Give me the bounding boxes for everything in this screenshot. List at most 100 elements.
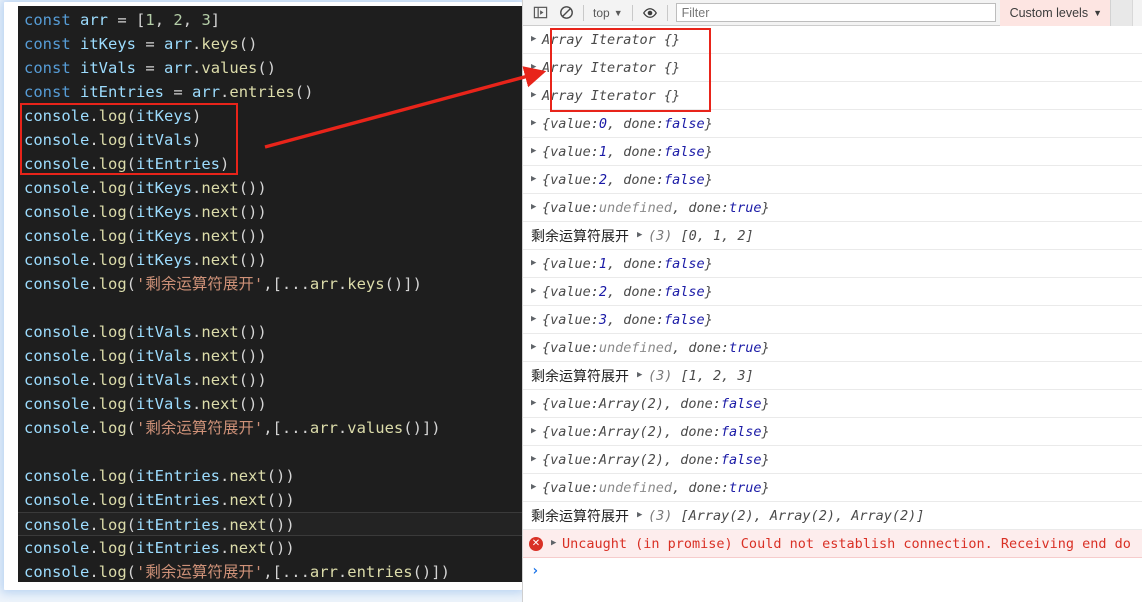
log-levels-dropdown[interactable]: Custom levels ▼ <box>999 0 1110 26</box>
disclosure-triangle-icon[interactable]: ▶ <box>637 511 648 520</box>
code-line[interactable] <box>18 296 522 320</box>
console-log-row[interactable]: ▶ {value: Array(2), done: false} <box>523 446 1142 474</box>
array-preview: [Array(2), Array(2), Array(2)] <box>672 507 925 524</box>
object-close: } <box>704 143 713 160</box>
disclosure-triangle-icon[interactable]: ▶ <box>637 231 648 240</box>
code-line[interactable]: console.log(itKeys.next()) <box>18 248 522 272</box>
disclosure-triangle-icon[interactable]: ▶ <box>531 343 542 352</box>
filter-input[interactable] <box>675 3 996 22</box>
execution-context-label: top <box>593 5 610 20</box>
console-log-list[interactable]: ▶ Array Iterator {} ▶ Array Iterator {} ▶ Arr… <box>523 26 1142 602</box>
disclosure-triangle-icon[interactable]: ▶ <box>531 175 542 184</box>
disclosure-triangle-icon[interactable]: ▶ <box>531 63 542 72</box>
object-close: } <box>761 423 770 440</box>
clear-console-icon[interactable] <box>553 2 579 24</box>
code-line[interactable]: console.log('剩余运算符展开',[...arr.keys()]) <box>18 272 522 296</box>
object-separator: , done: <box>607 311 664 328</box>
code-line[interactable]: console.log('剩余运算符展开',[...arr.values()]) <box>18 416 522 440</box>
code-line[interactable]: const arr = [1, 2, 3] <box>18 8 522 32</box>
disclosure-triangle-icon[interactable]: ▶ <box>551 539 562 548</box>
object-separator: , done: <box>607 171 664 188</box>
console-log-row[interactable]: ▶ {value: 2, done: false} <box>523 278 1142 306</box>
console-log-row[interactable]: ▶ {value: 2, done: false} <box>523 166 1142 194</box>
console-log-row[interactable]: ▶ {value: 0, done: false} <box>523 110 1142 138</box>
disclosure-triangle-icon[interactable]: ▶ <box>531 203 542 212</box>
console-prompt[interactable]: › <box>523 558 1142 584</box>
toolbar-divider-3 <box>666 4 668 21</box>
object-preview: Array Iterator {} <box>542 59 681 76</box>
code-line[interactable]: console.log(itEntries.next()) <box>18 512 522 536</box>
console-log-row[interactable]: ▶ Array Iterator {} <box>523 26 1142 54</box>
iterator-value: Array(2) <box>598 395 664 412</box>
console-log-row[interactable]: ▶ {value: Array(2), done: false} <box>523 418 1142 446</box>
object-close: } <box>761 479 770 496</box>
execution-context-selector[interactable]: top ▼ <box>588 3 628 23</box>
code-line[interactable]: console.log(itKeys.next()) <box>18 176 522 200</box>
console-log-row[interactable]: ▶ {value: 1, done: false} <box>523 138 1142 166</box>
console-log-row[interactable]: 剩余运算符展开 ▶ (3) [0, 1, 2] <box>523 222 1142 250</box>
console-log-row[interactable]: ▶ Array Iterator {} <box>523 54 1142 82</box>
object-separator: , done: <box>663 451 721 468</box>
toolbar-overflow-area[interactable] <box>1110 0 1132 26</box>
disclosure-triangle-icon[interactable]: ▶ <box>531 259 542 268</box>
code-line[interactable]: console.log(itEntries.next()) <box>18 536 522 560</box>
code-line[interactable]: console.log(itVals.next()) <box>18 368 522 392</box>
disclosure-triangle-icon[interactable]: ▶ <box>531 483 542 492</box>
code-line[interactable]: console.log(itKeys) <box>18 104 522 128</box>
code-line[interactable]: const itVals = arr.values() <box>18 56 522 80</box>
console-log-row[interactable]: ▶ {value: Array(2), done: false} <box>523 390 1142 418</box>
code-line[interactable]: const itKeys = arr.keys() <box>18 32 522 56</box>
console-log-row[interactable]: ▶ {value: 1, done: false} <box>523 250 1142 278</box>
console-log-row[interactable]: ▶ {value: undefined, done: true} <box>523 194 1142 222</box>
console-log-row[interactable]: ▶ {value: undefined, done: true} <box>523 474 1142 502</box>
disclosure-triangle-icon[interactable]: ▶ <box>531 315 542 324</box>
console-log-row[interactable]: 剩余运算符展开 ▶ (3) [1, 2, 3] <box>523 362 1142 390</box>
object-preview: {value: <box>542 143 599 160</box>
code-line[interactable]: console.log(itKeys.next()) <box>18 200 522 224</box>
disclosure-triangle-icon[interactable]: ▶ <box>531 147 542 156</box>
code-line[interactable]: console.log(itEntries) <box>18 152 522 176</box>
disclosure-triangle-icon[interactable]: ▶ <box>531 427 542 436</box>
object-separator: , done: <box>607 143 664 160</box>
toolbar-divider-1 <box>583 4 584 21</box>
disclosure-triangle-icon[interactable]: ▶ <box>531 35 542 44</box>
code-line[interactable]: console.log(itEntries.next()) <box>18 488 522 512</box>
object-separator: , done: <box>663 395 721 412</box>
chevron-down-icon: ▼ <box>1093 7 1102 18</box>
disclosure-triangle-icon[interactable]: ▶ <box>531 399 542 408</box>
disclosure-triangle-icon[interactable]: ▶ <box>531 91 542 100</box>
code-line[interactable] <box>18 440 522 464</box>
object-preview: {value: <box>542 255 599 272</box>
code-editor[interactable]: const arr = [1, 2, 3] const itKeys = arr.… <box>18 6 522 582</box>
code-line[interactable]: console.log(itVals.next()) <box>18 344 522 368</box>
console-error-row[interactable]: ✕ ▶ Uncaught (in promise) Could not establ… <box>523 530 1142 558</box>
code-line[interactable]: console.log(itKeys.next()) <box>18 224 522 248</box>
object-close: } <box>761 451 770 468</box>
iterator-value: undefined <box>598 199 673 216</box>
console-sidebar-icon[interactable] <box>527 2 553 24</box>
log-label: 剩余运算符展开 <box>531 368 629 385</box>
code-line[interactable]: console.log(itVals.next()) <box>18 320 522 344</box>
iterator-done: false <box>663 255 705 272</box>
code-line[interactable]: console.log(itVals) <box>18 128 522 152</box>
console-log-row[interactable]: ▶ {value: 3, done: false} <box>523 306 1142 334</box>
iterator-value: 0 <box>598 115 608 132</box>
code-line[interactable]: console.log('剩余运算符展开',[...arr.entries()]… <box>18 560 522 582</box>
object-preview: {value: <box>542 479 599 496</box>
array-length: (3) <box>648 507 673 524</box>
iterator-done: false <box>720 451 762 468</box>
console-log-row[interactable]: ▶ Array Iterator {} <box>523 82 1142 110</box>
iterator-value: 2 <box>598 283 608 300</box>
code-line[interactable]: const itEntries = arr.entries() <box>18 80 522 104</box>
disclosure-triangle-icon[interactable]: ▶ <box>637 371 648 380</box>
object-preview: Array Iterator {} <box>542 87 681 104</box>
object-preview: {value: <box>542 451 599 468</box>
code-line[interactable]: console.log(itVals.next()) <box>18 392 522 416</box>
disclosure-triangle-icon[interactable]: ▶ <box>531 119 542 128</box>
code-line[interactable]: console.log(itEntries.next()) <box>18 464 522 488</box>
console-log-row[interactable]: ▶ {value: undefined, done: true} <box>523 334 1142 362</box>
eye-icon[interactable] <box>637 2 663 24</box>
disclosure-triangle-icon[interactable]: ▶ <box>531 455 542 464</box>
disclosure-triangle-icon[interactable]: ▶ <box>531 287 542 296</box>
console-log-row[interactable]: 剩余运算符展开 ▶ (3) [Array(2), Array(2), Array(2… <box>523 502 1142 530</box>
